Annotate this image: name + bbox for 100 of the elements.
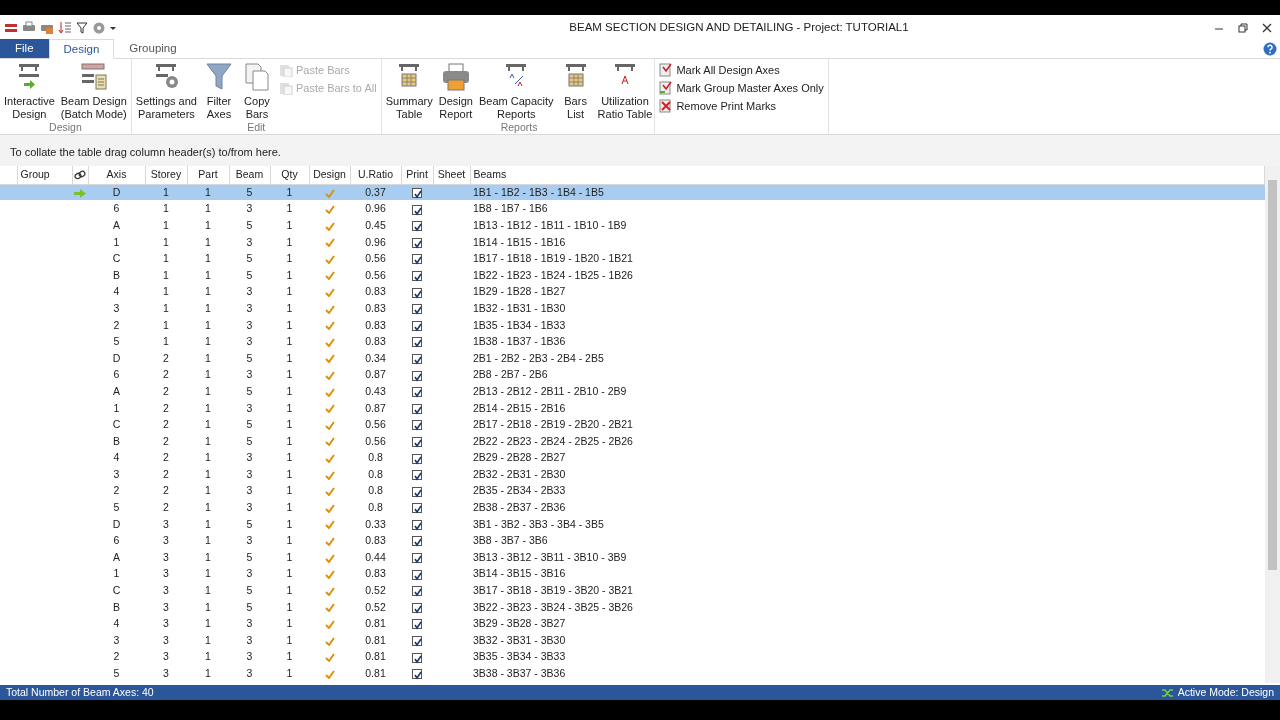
- checkbox[interactable]: [412, 569, 422, 580]
- ribbon-button[interactable]: Settings and Parameters: [133, 62, 199, 120]
- table-cell: 1: [270, 532, 309, 550]
- checkbox[interactable]: [412, 271, 422, 281]
- checkbox[interactable]: [412, 619, 422, 630]
- checkbox[interactable]: [412, 669, 422, 680]
- checkbox[interactable]: [412, 519, 422, 530]
- ribbon-button[interactable]: Utilization Ratio Table: [595, 62, 655, 120]
- checkbox[interactable]: [412, 221, 422, 232]
- ribbon-button[interactable]: Filter Axes: [200, 62, 237, 120]
- column-header[interactable]: Group: [17, 166, 72, 184]
- table-row[interactable]: C 1 1 5 1 0.56 1B17 - 1B18 - 1B19 - 1B20 - 1B21: [0, 250, 1265, 267]
- ribbon-tab[interactable]: Grouping: [114, 39, 192, 58]
- column-header[interactable]: U.Ratio: [350, 166, 401, 184]
- table-cell: 1: [270, 466, 309, 483]
- close-icon[interactable]: [1262, 22, 1272, 33]
- checkbox[interactable]: [412, 287, 422, 298]
- table-cell: 2: [145, 366, 187, 384]
- ribbon-button[interactable]: Interactive Design: [2, 62, 57, 120]
- table-row[interactable]: B 3 1 5 1 0.52 3B22 - 3B23 - 3B24 - 3B25 - 3B26: [0, 598, 1265, 616]
- checkbox[interactable]: [412, 237, 422, 248]
- table-row[interactable]: 4 2 1 3 1 0.8 2B29 - 2B28 - 2B27: [0, 449, 1265, 467]
- table-row[interactable]: 6 3 1 3 1 0.83 3B8 - 3B7 - 3B6: [0, 532, 1265, 550]
- table-cell: 0.8: [350, 499, 401, 516]
- column-header[interactable]: Qty: [270, 166, 309, 184]
- table-row[interactable]: 6 2 1 3 1 0.87 2B8 - 2B7 - 2B6: [0, 366, 1265, 384]
- column-header[interactable]: Design: [309, 166, 350, 184]
- table-cell: 3: [229, 532, 270, 550]
- checkbox[interactable]: [412, 602, 422, 613]
- table-row[interactable]: 2 3 1 3 1 0.81 3B35 - 3B34 - 3B33: [0, 648, 1265, 666]
- column-header[interactable]: Part: [187, 166, 229, 184]
- checkbox[interactable]: [412, 436, 422, 447]
- column-header[interactable]: Beams: [470, 166, 1265, 184]
- table-row[interactable]: 2 2 1 3 1 0.8 2B35 - 2B34 - 2B33: [0, 482, 1265, 500]
- ribbon-button[interactable]: Beam Capacity Reports: [477, 62, 556, 120]
- checkbox[interactable]: [412, 470, 422, 481]
- table-row[interactable]: C 2 1 5 1 0.56 2B17 - 2B18 - 2B19 - 2B20 - 2B21: [0, 416, 1265, 433]
- checkbox[interactable]: [412, 304, 422, 315]
- ribbon-button[interactable]: Copy Bars: [238, 62, 275, 120]
- column-header[interactable]: Beam: [229, 166, 270, 184]
- table-row[interactable]: 5 3 1 3 1 0.81 3B38 - 3B37 - 3B36: [0, 665, 1265, 682]
- checkbox[interactable]: [412, 320, 422, 331]
- checkbox[interactable]: [412, 420, 422, 431]
- table-row[interactable]: 1 3 1 3 1 0.83 3B14 - 3B15 - 3B16: [0, 565, 1265, 583]
- table-cell: 5: [88, 665, 145, 682]
- table-row[interactable]: A 2 1 5 1 0.43 2B13 - 2B12 - 2B11 - 2B10 - 2B9: [0, 383, 1265, 400]
- table-row[interactable]: D 3 1 5 1 0.33 3B1 - 3B2 - 3B3 - 3B4 - 3B5: [0, 515, 1265, 533]
- table-cell: 0.56: [350, 432, 401, 450]
- checkbox[interactable]: [412, 254, 422, 265]
- table-cell: A: [88, 549, 145, 566]
- ribbon-button[interactable]: Mark Group Master Axes Only: [657, 80, 826, 96]
- ribbon-button[interactable]: Beam Design (Batch Mode): [58, 62, 129, 120]
- table-row[interactable]: 5 1 1 3 1 0.83 1B38 - 1B37 - 1B36: [0, 333, 1265, 350]
- checkbox[interactable]: [412, 553, 422, 564]
- table-row[interactable]: B 1 1 5 1 0.56 1B22 - 1B23 - 1B24 - 1B25 - 1B26: [0, 266, 1265, 284]
- restore-icon[interactable]: [1238, 22, 1248, 33]
- checkbox[interactable]: [412, 503, 422, 514]
- column-header[interactable]: Print: [401, 166, 433, 184]
- checkbox[interactable]: [412, 337, 422, 348]
- table-row[interactable]: 2 1 1 3 1 0.83 1B35 - 1B34 - 1B33: [0, 316, 1265, 334]
- checkbox[interactable]: [412, 453, 422, 464]
- checkbox[interactable]: [412, 353, 422, 364]
- table-row[interactable]: A 1 1 5 1 0.45 1B13 - 1B12 - 1B11 - 1B10 - 1B9: [0, 217, 1265, 234]
- column-header[interactable]: Sheet: [433, 166, 470, 184]
- column-header[interactable]: Storey: [145, 166, 187, 184]
- checkbox[interactable]: [412, 652, 422, 663]
- ribbon-button[interactable]: Summary Table: [383, 62, 435, 120]
- table-row[interactable]: 4 1 1 3 1 0.83 1B29 - 1B28 - 1B27: [0, 283, 1265, 301]
- ribbon-button[interactable]: Design Report: [436, 62, 475, 120]
- table-cell: 1B29 - 1B28 - 1B27: [470, 283, 1265, 301]
- checkbox[interactable]: [412, 370, 422, 381]
- column-header[interactable]: Axis: [88, 166, 145, 184]
- checkbox[interactable]: [412, 387, 422, 398]
- table-row[interactable]: 5 2 1 3 1 0.8 2B38 - 2B37 - 2B36: [0, 499, 1265, 516]
- table-row[interactable]: C 3 1 5 1 0.52 3B17 - 3B18 - 3B19 - 3B20 - 3B21: [0, 582, 1265, 599]
- checkbox[interactable]: [412, 636, 422, 647]
- checkbox[interactable]: [412, 486, 422, 497]
- table-row[interactable]: 1 1 1 3 1 0.96 1B14 - 1B15 - 1B16: [0, 233, 1265, 251]
- ribbon-tab[interactable]: Design: [48, 39, 115, 59]
- checkbox[interactable]: [412, 204, 422, 215]
- ribbon-button[interactable]: Bars List: [557, 62, 594, 120]
- table-row[interactable]: 3 3 1 3 1 0.81 3B32 - 3B31 - 3B30: [0, 632, 1265, 649]
- file-menu-button[interactable]: File: [0, 39, 49, 58]
- table-row[interactable]: A 3 1 5 1 0.44 3B13 - 3B12 - 3B11 - 3B10 - 3B9: [0, 549, 1265, 566]
- checkbox[interactable]: [412, 403, 422, 414]
- checkbox[interactable]: [412, 536, 422, 547]
- checkbox[interactable]: [412, 586, 422, 597]
- table-row[interactable]: D 2 1 5 1 0.34 2B1 - 2B2 - 2B3 - 2B4 - 2B5: [0, 349, 1265, 367]
- table-row[interactable]: B 2 1 5 1 0.56 2B22 - 2B23 - 2B24 - 2B25 - 2B26: [0, 432, 1265, 450]
- help-icon[interactable]: [1263, 42, 1277, 56]
- ribbon-button[interactable]: Mark All Design Axes: [657, 62, 826, 78]
- table-row[interactable]: D 1 1 5 1 0.37 1B1 - 1B2 - 1B3 - 1B4 - 1B5: [0, 184, 1265, 201]
- table-cell: 3B1 - 3B2 - 3B3 - 3B4 - 3B5: [470, 515, 1265, 533]
- table-row[interactable]: 3 2 1 3 1 0.8 2B32 - 2B31 - 2B30: [0, 466, 1265, 483]
- table-row[interactable]: 1 2 1 3 1 0.87 2B14 - 2B15 - 2B16: [0, 399, 1265, 417]
- ribbon-button[interactable]: Remove Print Marks: [657, 98, 826, 114]
- table-row[interactable]: 3 1 1 3 1 0.83 1B32 - 1B31 - 1B30: [0, 300, 1265, 317]
- checkbox[interactable]: [412, 188, 422, 198]
- table-row[interactable]: 4 3 1 3 1 0.81 3B29 - 3B28 - 3B27: [0, 615, 1265, 633]
- table-row[interactable]: 6 1 1 3 1 0.96 1B8 - 1B7 - 1B6: [0, 200, 1265, 218]
